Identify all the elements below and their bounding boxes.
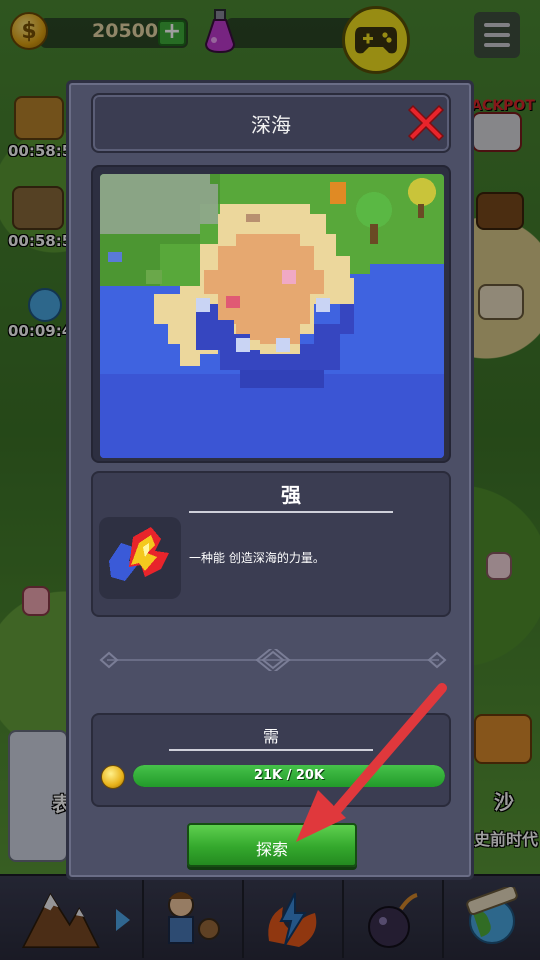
close-button[interactable] — [405, 102, 447, 144]
progress-text: 21K / 20K — [253, 768, 325, 783]
power-info-panel: 强 一种能 创造深海的力量。 — [91, 471, 451, 617]
ornamental-divider — [99, 649, 447, 671]
close-icon — [407, 104, 445, 142]
fire-lightning-icon — [109, 527, 169, 581]
power-icon-frame — [99, 517, 181, 599]
requirement-label: 需 — [262, 727, 279, 746]
title-bar: 深海 — [91, 93, 451, 153]
explore-button[interactable]: 探索 — [187, 823, 357, 867]
power-description: 一种能 创造深海的力量。 — [189, 551, 325, 565]
requirement-underline — [169, 749, 373, 751]
power-strength-label: 强 — [281, 483, 301, 507]
heading-underline — [189, 511, 393, 513]
dialog-title: 深海 — [251, 113, 291, 137]
deep-sea-map-preview — [100, 174, 444, 458]
requirement-panel: 需 21K / 20K — [91, 713, 451, 807]
map-preview-frame — [91, 165, 451, 463]
terrain-power-dialog: 深海 强 一种能 创造深海的力量。 需 21K / 20K 探索 — [66, 80, 474, 880]
coin-icon — [101, 765, 125, 789]
explore-button-label: 探索 — [255, 840, 288, 859]
cost-progress-bar: 21K / 20K — [133, 765, 445, 787]
